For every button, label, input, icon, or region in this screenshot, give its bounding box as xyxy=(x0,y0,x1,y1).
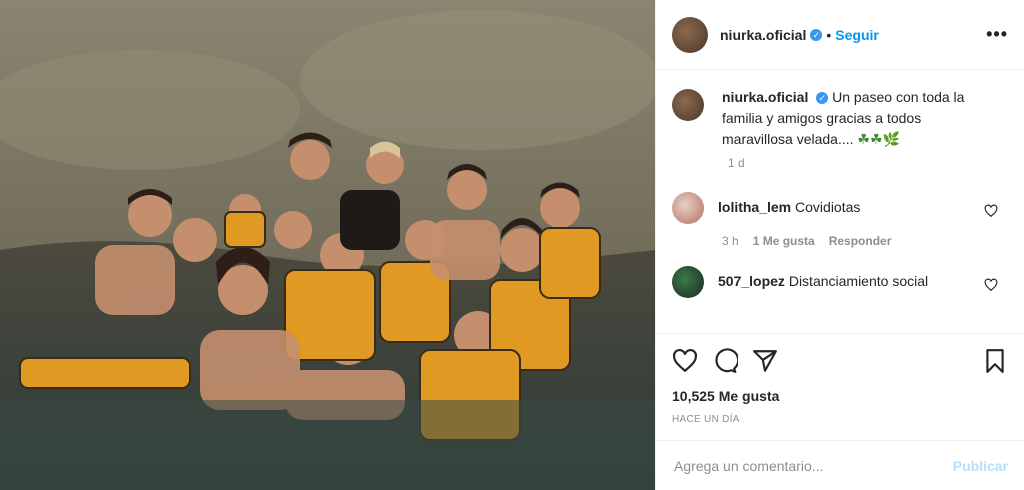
comment-username[interactable]: 507_lopez xyxy=(718,273,785,289)
comment-likes[interactable]: 1 Me gusta xyxy=(753,234,815,248)
post-header: niurka.oficial ✓ • Seguir ••• xyxy=(656,0,1024,70)
comment-text: Covidiotas xyxy=(795,199,861,215)
more-options-icon[interactable]: ••• xyxy=(986,24,1008,45)
caption-username[interactable]: niurka.oficial xyxy=(722,89,808,105)
comment-text-block: 507_lopez Distanciamiento social xyxy=(718,266,958,298)
comment-meta: 3 h 1 Me gusta Responder xyxy=(722,234,1008,248)
avatar[interactable] xyxy=(672,16,708,53)
like-heart-icon[interactable] xyxy=(672,348,698,374)
caption-emojis: ☘☘🌿 xyxy=(857,131,900,147)
caption-text-block: niurka.oficial ✓ Un paseo con toda la fa… xyxy=(722,87,977,150)
reply-button[interactable]: Responder xyxy=(829,234,892,248)
verified-badge-icon: ✓ xyxy=(810,28,823,41)
comment-item: 507_lopez Distanciamiento social xyxy=(672,266,1008,298)
action-icons xyxy=(672,344,1008,378)
verified-badge-icon: ✓ xyxy=(816,92,829,105)
avatar[interactable] xyxy=(672,266,704,298)
separator-dot: • xyxy=(826,26,832,43)
posted-timestamp[interactable]: HACE UN DÍA xyxy=(672,414,1008,425)
add-comment-bar: Publicar xyxy=(656,440,1024,490)
comment-time[interactable]: 3 h xyxy=(722,234,739,248)
comment-bubble-icon[interactable] xyxy=(712,348,738,374)
follow-button[interactable]: Seguir xyxy=(835,27,879,43)
post-photo[interactable] xyxy=(0,0,655,490)
comment-text-block: lolitha_lem Covidiotas xyxy=(718,192,958,224)
avatar[interactable] xyxy=(672,89,704,121)
publish-button[interactable]: Publicar xyxy=(953,458,1008,474)
caption: niurka.oficial ✓ Un paseo con toda la fa… xyxy=(672,87,1008,150)
comment-text: Distanciamiento social xyxy=(788,273,929,289)
like-comment-heart-icon[interactable] xyxy=(984,278,998,292)
author-username[interactable]: niurka.oficial xyxy=(720,27,806,43)
save-bookmark-icon[interactable] xyxy=(982,348,1008,374)
post-side-panel: niurka.oficial ✓ • Seguir ••• niurka.ofi… xyxy=(655,0,1024,490)
comment-input[interactable] xyxy=(672,456,953,475)
comment-username[interactable]: lolitha_lem xyxy=(718,199,791,215)
avatar[interactable] xyxy=(672,192,704,224)
comments-list[interactable]: niurka.oficial ✓ Un paseo con toda la fa… xyxy=(656,71,1024,333)
caption-time[interactable]: 1 d xyxy=(728,156,1008,170)
comment-item: lolitha_lem Covidiotas xyxy=(672,192,1008,224)
share-send-icon[interactable] xyxy=(752,348,778,374)
post-actions: 10,525 Me gusta HACE UN DÍA xyxy=(656,333,1024,436)
likes-count[interactable]: 10,525 Me gusta xyxy=(672,388,1008,404)
like-comment-heart-icon[interactable] xyxy=(984,204,998,218)
